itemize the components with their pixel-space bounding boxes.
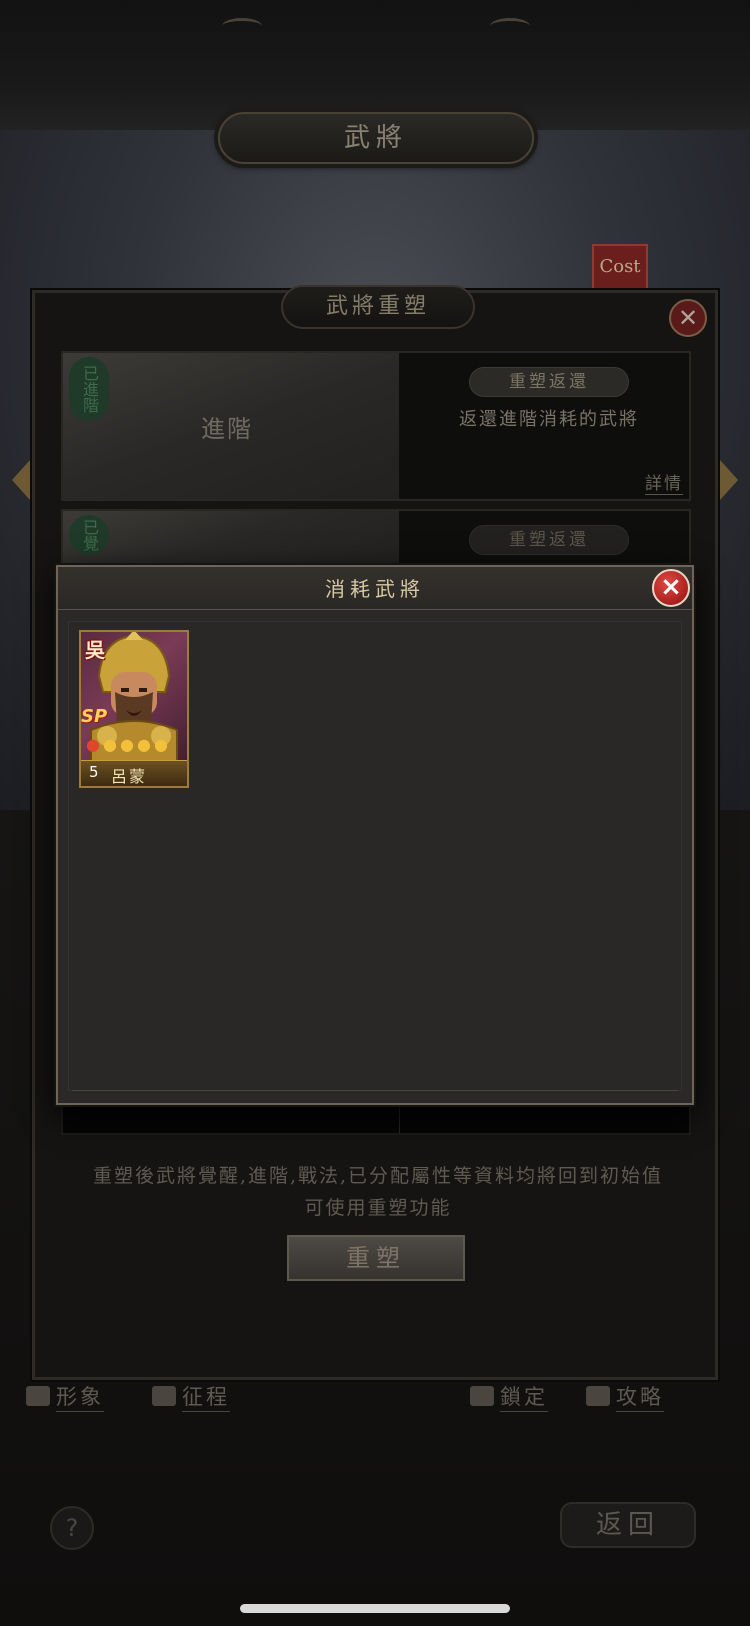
reforge-panel-title: 武將重塑: [281, 285, 475, 329]
title-ornament-right: [490, 18, 530, 34]
nav-strategy[interactable]: 攻略: [586, 1378, 664, 1414]
nav-expedition-label: 征程: [182, 1381, 230, 1412]
nav-expedition[interactable]: 征程: [152, 1378, 230, 1414]
title-ornament-left: [222, 18, 262, 34]
advanced-stamp: 已進階: [69, 357, 109, 421]
nav-image-label: 形象: [56, 1381, 104, 1412]
advance-section-card: 已進階 進階 重塑返還 返還進階消耗的武將 詳情: [61, 351, 691, 501]
modal-body: 吳 SP ● ● ● ● ● 5 呂蒙: [68, 621, 682, 1091]
star-icon: ●: [86, 735, 100, 754]
star-icon: ●: [137, 735, 151, 754]
reforge-panel-close-button[interactable]: ✕: [669, 299, 707, 337]
advance-section-description: 返還進階消耗的武將: [459, 409, 639, 430]
awaken-section-card: 已覺 重塑返還: [61, 509, 691, 569]
advance-section-label: 進階: [201, 415, 253, 443]
reforge-return-badge: 重塑返還: [469, 367, 629, 397]
sp-badge: SP: [81, 706, 108, 727]
awakened-stamp: 已覺: [69, 515, 109, 555]
general-card[interactable]: 吳 SP ● ● ● ● ● 5 呂蒙: [79, 630, 189, 788]
advance-details-link[interactable]: 詳情: [645, 469, 683, 495]
star-icon: ●: [103, 735, 117, 754]
modal-close-button[interactable]: ×: [652, 569, 690, 607]
nav-lock[interactable]: 鎖定: [470, 1378, 548, 1414]
page-title-plate: 武將: [218, 112, 534, 164]
home-indicator[interactable]: [240, 1604, 510, 1613]
next-general-arrow-icon[interactable]: [720, 460, 738, 500]
page-title: 武將: [343, 123, 408, 153]
modal-header: 消耗武將 ×: [58, 567, 692, 610]
cost-sort-button[interactable]: Cost: [592, 244, 648, 290]
reforge-note-line1: 重塑後武將覺醒,進階,戰法,已分配屬性等資料均將回到初始值: [92, 1165, 664, 1187]
reforge-button[interactable]: 重塑: [287, 1235, 465, 1281]
nav-strategy-label: 攻略: [616, 1381, 664, 1412]
nav-image[interactable]: 形象: [26, 1378, 104, 1414]
star-icon: ●: [154, 735, 168, 754]
flag-icon: [152, 1386, 176, 1406]
reforge-return-badge-2: 重塑返還: [469, 525, 629, 555]
star-icon: ●: [120, 735, 134, 754]
modal-divider: [72, 1090, 678, 1091]
awaken-section-art: 已覺: [63, 511, 399, 567]
modal-title: 消耗武將: [325, 577, 425, 601]
faction-label: 吳: [85, 638, 105, 662]
top-bar-background: [0, 0, 750, 130]
lock-icon: [470, 1386, 494, 1406]
help-button[interactable]: ?: [50, 1506, 94, 1550]
general-cost: 5: [89, 763, 99, 781]
advance-section-art: 已進階 進階: [63, 353, 399, 499]
reforge-note-line2: 可使用重塑功能: [304, 1197, 452, 1219]
scroll-icon: [586, 1386, 610, 1406]
back-button[interactable]: 返回: [560, 1502, 696, 1548]
general-name: 呂蒙: [111, 767, 148, 786]
consumed-generals-modal: 消耗武將 × 吳 SP ● ● ● ● ● 5 呂蒙: [56, 565, 694, 1105]
star-rating: ● ● ● ● ●: [85, 736, 169, 754]
person-icon: [26, 1386, 50, 1406]
general-namebar: 5 呂蒙: [81, 760, 187, 786]
nav-lock-label: 鎖定: [500, 1381, 548, 1412]
previous-general-arrow-icon[interactable]: [12, 460, 30, 500]
